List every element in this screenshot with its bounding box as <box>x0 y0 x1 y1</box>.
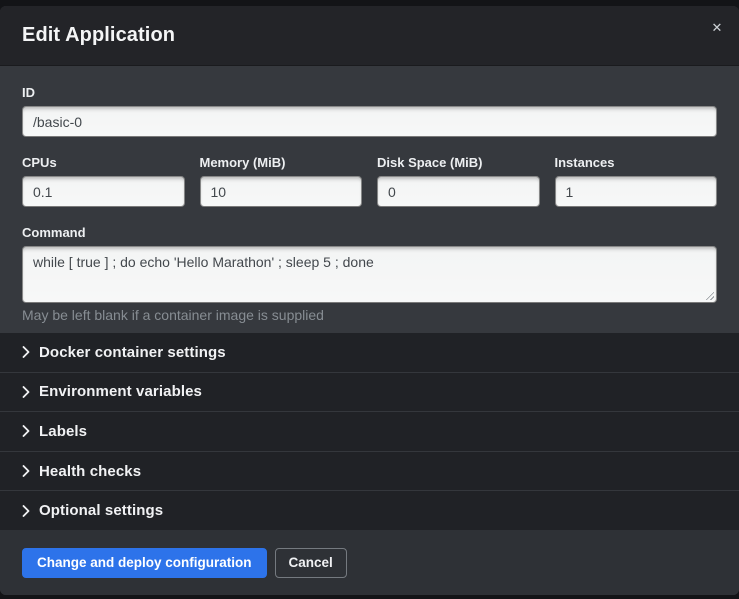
memory-label: Memory (MiB) <box>200 155 363 170</box>
command-textarea[interactable]: while [ true ] ; do echo 'Hello Marathon… <box>22 246 717 303</box>
edit-application-modal: Edit Application ✕ ID CPUs Memory (MiB) … <box>0 6 739 595</box>
chevron-right-icon <box>22 386 30 398</box>
section-label: Optional settings <box>39 502 163 519</box>
collapsible-sections: Docker container settings Environment va… <box>0 333 739 530</box>
command-label: Command <box>22 225 717 240</box>
resources-row: CPUs Memory (MiB) Disk Space (MiB) Insta… <box>22 155 717 207</box>
section-label: Health checks <box>39 463 141 480</box>
change-and-deploy-button[interactable]: Change and deploy configuration <box>22 548 267 578</box>
modal-footer: Change and deploy configuration Cancel <box>0 530 739 595</box>
section-docker-container-settings[interactable]: Docker container settings <box>0 333 739 372</box>
chevron-right-icon <box>22 465 30 477</box>
cpus-input[interactable] <box>22 176 185 207</box>
cpus-field-group: CPUs <box>22 155 185 207</box>
chevron-right-icon <box>22 505 30 517</box>
memory-input[interactable] <box>200 176 363 207</box>
page-backdrop: Edit Application ✕ ID CPUs Memory (MiB) … <box>0 0 739 599</box>
instances-field-group: Instances <box>555 155 718 207</box>
section-label: Docker container settings <box>39 344 226 361</box>
disk-field-group: Disk Space (MiB) <box>377 155 540 207</box>
cancel-button[interactable]: Cancel <box>275 548 347 578</box>
disk-label: Disk Space (MiB) <box>377 155 540 170</box>
cpus-label: CPUs <box>22 155 185 170</box>
modal-header: Edit Application ✕ <box>0 6 739 66</box>
modal-title: Edit Application <box>22 24 175 47</box>
close-icon[interactable]: ✕ <box>708 18 726 36</box>
id-input[interactable] <box>22 106 717 137</box>
id-label: ID <box>22 85 717 100</box>
section-optional-settings[interactable]: Optional settings <box>0 490 739 530</box>
id-field-group: ID <box>22 85 717 137</box>
instances-input[interactable] <box>555 176 718 207</box>
chevron-right-icon <box>22 425 30 437</box>
section-health-checks[interactable]: Health checks <box>0 451 739 491</box>
memory-field-group: Memory (MiB) <box>200 155 363 207</box>
instances-label: Instances <box>555 155 718 170</box>
command-field-group: Command while [ true ] ; do echo 'Hello … <box>22 225 717 324</box>
disk-input[interactable] <box>377 176 540 207</box>
chevron-right-icon <box>22 346 30 358</box>
section-labels[interactable]: Labels <box>0 411 739 451</box>
modal-body: ID CPUs Memory (MiB) Disk Space (MiB) In <box>0 66 739 333</box>
section-environment-variables[interactable]: Environment variables <box>0 372 739 412</box>
section-label: Environment variables <box>39 383 202 400</box>
section-label: Labels <box>39 423 87 440</box>
command-help-text: May be left blank if a container image i… <box>22 307 717 324</box>
